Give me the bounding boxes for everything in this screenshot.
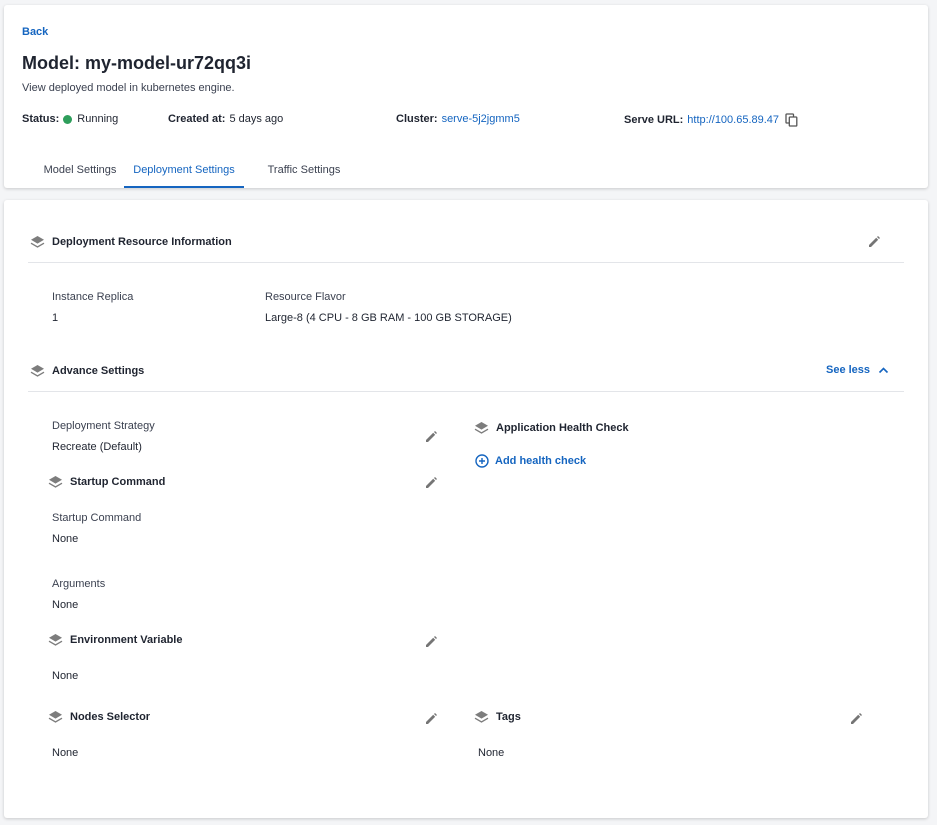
chevron-up-icon (878, 367, 889, 374)
created-field: Created at: 5 days ago (168, 113, 283, 125)
status-dot-icon (63, 114, 73, 124)
layers-icon (48, 633, 63, 647)
advance-settings-heading: Advance Settings (30, 364, 144, 378)
startup-command-heading: Startup Command (48, 475, 165, 489)
edit-tags-icon[interactable] (850, 712, 863, 725)
deployment-settings-card: Deployment Resource Information Instance… (4, 200, 928, 818)
resource-flavor-value: Large-8 (4 CPU - 8 GB RAM - 100 GB STORA… (265, 312, 512, 324)
deployment-resource-title: Deployment Resource Information (52, 236, 232, 248)
tags-heading: Tags (474, 710, 521, 724)
add-health-check-button[interactable]: Add health check (475, 454, 586, 468)
serve-url-label: Serve URL: (624, 114, 684, 126)
back-link[interactable]: Back (22, 26, 48, 38)
see-less-button[interactable]: See less (826, 364, 889, 376)
status-label: Status: (22, 113, 60, 125)
startup-command-label: Startup Command (52, 512, 142, 524)
instance-replica-label: Instance Replica (52, 291, 134, 303)
edit-deployment-resource-icon[interactable] (868, 235, 881, 248)
section-divider (28, 391, 904, 392)
cluster-field: Cluster: serve-5j2jgmm5 (396, 113, 520, 125)
advance-settings-title: Advance Settings (52, 365, 145, 377)
environment-variable-title: Environment Variable (70, 634, 183, 646)
layers-icon (474, 710, 489, 724)
startup-command-title: Startup Command (70, 476, 166, 488)
startup-command-value: None (52, 533, 79, 545)
layers-icon (30, 235, 45, 249)
tab-model-settings[interactable]: Model Settings (20, 152, 140, 188)
created-label: Created at: (168, 113, 226, 125)
layers-icon (30, 364, 45, 378)
status-field: Status: Running (22, 113, 118, 125)
page-subtitle: View deployed model in kubernetes engine… (22, 82, 235, 94)
settings-tabs: Model Settings Deployment Settings Traff… (4, 152, 928, 188)
deployment-strategy-value: Recreate (Default) (52, 441, 142, 453)
nodes-selector-value: None (52, 747, 79, 759)
edit-deployment-strategy-icon[interactable] (425, 430, 438, 443)
see-less-label: See less (826, 364, 871, 376)
deployment-strategy-label: Deployment Strategy (52, 420, 155, 432)
layers-icon (48, 475, 63, 489)
serve-url-field: Serve URL: http://100.65.89.47 (624, 113, 798, 127)
tags-title: Tags (496, 711, 521, 723)
created-value: 5 days ago (229, 113, 284, 125)
status-value: Running (77, 113, 119, 125)
tab-traffic-settings[interactable]: Traffic Settings (244, 152, 364, 188)
nodes-selector-heading: Nodes Selector (48, 710, 150, 724)
tab-deployment-settings[interactable]: Deployment Settings (124, 152, 244, 188)
layers-icon (48, 710, 63, 724)
add-health-check-label: Add health check (495, 455, 587, 467)
edit-startup-command-icon[interactable] (425, 476, 438, 489)
deployment-resource-heading: Deployment Resource Information (30, 235, 232, 249)
resource-flavor-label: Resource Flavor (265, 291, 346, 303)
edit-nodes-selector-icon[interactable] (425, 712, 438, 725)
environment-variable-heading: Environment Variable (48, 633, 182, 647)
cluster-link[interactable]: serve-5j2jgmm5 (442, 113, 520, 125)
layers-icon (474, 421, 489, 435)
tags-value: None (478, 747, 505, 759)
health-check-title: Application Health Check (496, 422, 629, 434)
environment-variable-value: None (52, 670, 79, 682)
nodes-selector-title: Nodes Selector (70, 711, 151, 723)
edit-environment-variable-icon[interactable] (425, 635, 438, 648)
page-title: Model: my-model-ur72qq3i (22, 53, 252, 73)
serve-url-link[interactable]: http://100.65.89.47 (687, 114, 779, 126)
instance-replica-value: 1 (52, 312, 59, 324)
arguments-label: Arguments (52, 578, 106, 590)
arguments-value: None (52, 599, 79, 611)
health-check-heading: Application Health Check (474, 421, 629, 435)
cluster-label: Cluster: (396, 113, 438, 125)
model-header-card: Back Model: my-model-ur72qq3i View deplo… (4, 5, 928, 188)
section-divider (28, 262, 904, 263)
add-circle-icon (475, 454, 489, 468)
copy-icon[interactable] (785, 113, 798, 127)
